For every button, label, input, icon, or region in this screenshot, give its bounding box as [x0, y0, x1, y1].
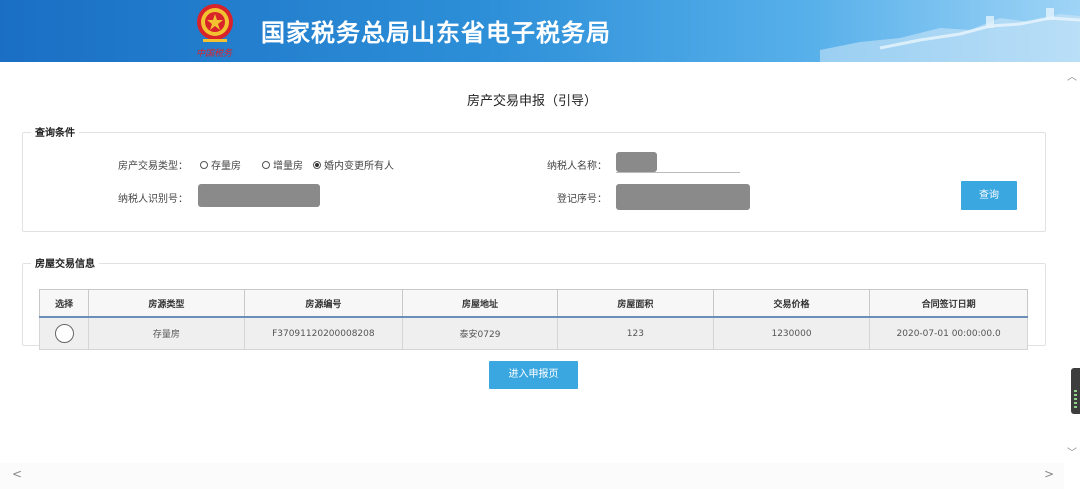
taxpayer-name-input[interactable]: [616, 152, 657, 172]
radio-new-house[interactable]: 增量房: [262, 157, 303, 172]
search-button[interactable]: 查询: [961, 181, 1017, 210]
taxpayer-id-label: 纳税人识别号：: [118, 194, 188, 205]
column-header: 合同签订日期: [869, 289, 1028, 318]
side-toolbar-handle[interactable]: [1071, 368, 1080, 414]
column-header: 房屋地址: [402, 289, 558, 318]
taxpayer-name-label: 纳税人名称：: [547, 161, 607, 172]
scroll-right-icon[interactable]: >: [1044, 467, 1054, 481]
scroll-down-icon[interactable]: ﹀: [1067, 444, 1077, 459]
registration-no-input[interactable]: [616, 184, 750, 210]
column-header: 选择: [38, 289, 90, 318]
taxpayer-name-underline: [616, 172, 740, 173]
price-cell: 1230000: [712, 316, 871, 350]
radio-icon[interactable]: [262, 160, 270, 169]
house-area-cell: 123: [557, 316, 714, 350]
scroll-left-icon[interactable]: <: [12, 467, 22, 481]
column-header: 房屋面积: [557, 289, 714, 318]
registration-no-label: 登记序号：: [557, 194, 607, 205]
column-header: 交易价格: [712, 289, 871, 318]
table-row[interactable]: 存量房 F37091120200008208 泰安0729 123 123000…: [38, 316, 1028, 350]
house-id-cell: F37091120200008208: [243, 316, 404, 350]
radio-icon[interactable]: [54, 324, 74, 343]
contract-date-cell: 2020-07-01 00:00:00.0: [869, 316, 1028, 350]
column-header: 房源编号: [243, 289, 404, 318]
site-header: 中国税务 国家税务总局山东省电子税务局: [0, 0, 1080, 62]
scroll-up-icon[interactable]: ︿: [1067, 68, 1077, 83]
page-title: 房产交易申报（引导）: [466, 94, 597, 109]
query-section-label: 查询条件: [31, 124, 79, 139]
great-wall-decoration: [820, 8, 1080, 62]
radio-icon[interactable]: [200, 160, 208, 169]
radio-label: 增量房: [273, 161, 303, 172]
house-info-table: 选择 房源类型 房源编号 房屋地址 房屋面积 交易价格 合同签订日期 存量房 F…: [38, 289, 1028, 350]
emblem-caption: 中国税务: [196, 49, 233, 59]
site-title: 国家税务总局山东省电子税务局: [261, 19, 611, 47]
query-section: 查询条件: [22, 124, 1046, 232]
column-header: 房源类型: [88, 289, 245, 318]
table-header-row: 选择 房源类型 房源编号 房屋地址 房屋面积 交易价格 合同签订日期: [38, 289, 1028, 318]
house-type-cell: 存量房: [88, 316, 245, 350]
radio-existing-house[interactable]: 存量房: [200, 157, 241, 172]
radio-label: 婚内变更所有人: [324, 161, 394, 172]
house-address-cell: 泰安0729: [402, 316, 558, 350]
radio-icon[interactable]: [313, 160, 321, 169]
transaction-type-label: 房产交易类型：: [118, 161, 188, 172]
enter-declaration-button[interactable]: 进入申报页: [489, 361, 578, 389]
house-info-section-label: 房屋交易信息: [31, 255, 99, 270]
horizontal-scrollbar[interactable]: [0, 463, 1064, 489]
radio-label: 存量房: [211, 161, 241, 172]
taxpayer-id-input[interactable]: [198, 184, 320, 207]
row-select-cell[interactable]: [38, 316, 90, 350]
radio-marital-change[interactable]: 婚内变更所有人: [313, 157, 394, 172]
